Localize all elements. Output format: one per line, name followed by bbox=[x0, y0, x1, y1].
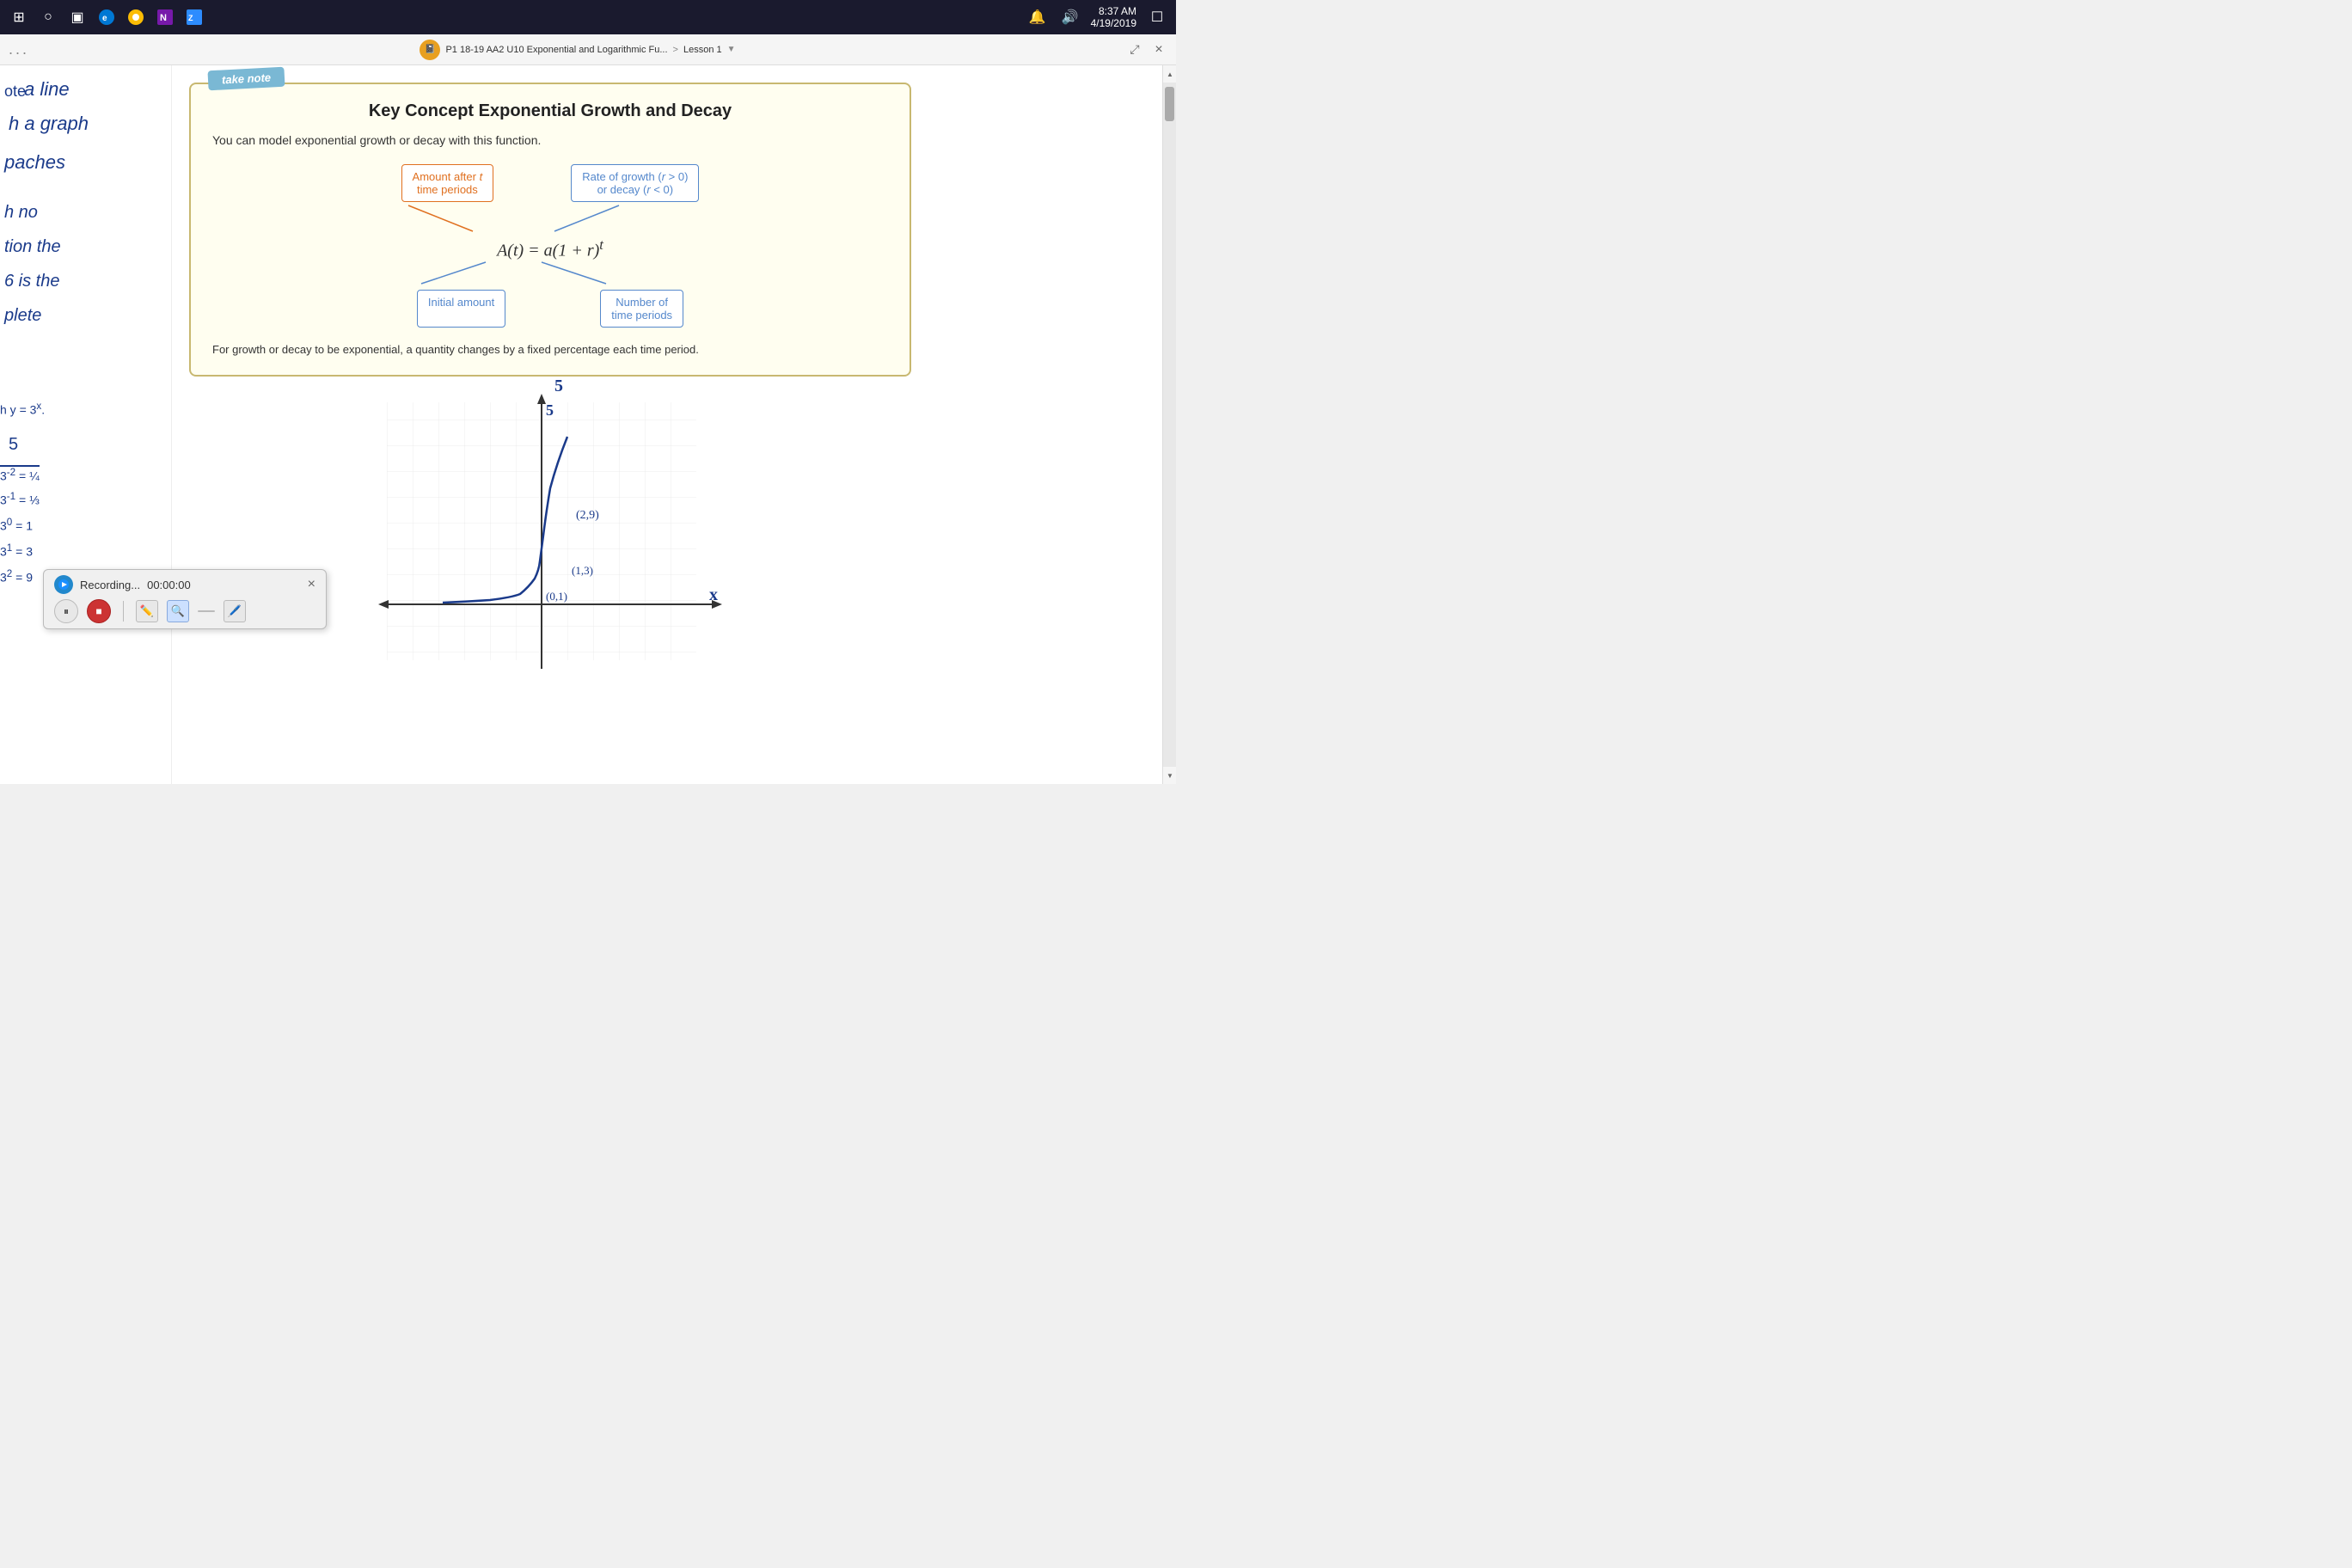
rate-box: Rate of growth (r > 0)or decay (r < 0) bbox=[571, 164, 699, 202]
pen-tool-button[interactable]: ✏️ bbox=[136, 600, 158, 622]
recording-camera-icon bbox=[54, 575, 73, 594]
edge-icon[interactable]: e bbox=[95, 5, 119, 29]
content-area: ote a line h a graph paches h no tion th… bbox=[0, 65, 1176, 784]
taskbar-time: 8:37 AM 4/19/2019 bbox=[1091, 5, 1136, 30]
breadcrumb-separator: > bbox=[673, 45, 678, 55]
handwritten-note-1: ote bbox=[4, 83, 26, 101]
connector-svg-bottom bbox=[335, 262, 765, 288]
breadcrumb-area: 📓 P1 18-19 AA2 U10 Exponential and Logar… bbox=[420, 40, 735, 60]
key-concept-title: Key Concept Exponential Growth and Decay bbox=[212, 101, 888, 121]
calc-line3: 30 = 1 bbox=[0, 517, 33, 533]
handwritten-note-8: plete bbox=[4, 306, 41, 326]
key-concept-description: You can model exponential growth or deca… bbox=[212, 133, 888, 147]
graph-equation: h y = 3x. bbox=[0, 401, 45, 417]
handwritten-note-5: h no bbox=[4, 203, 38, 223]
handwritten-note-7: 6 is the bbox=[4, 272, 59, 291]
recording-toolbar: Recording... 00:00:00 × ⏸ ■ ✏️ 🔍 🖊️ bbox=[43, 569, 327, 629]
svg-text:e: e bbox=[102, 14, 107, 23]
task-view-icon[interactable]: ▣ bbox=[65, 5, 89, 29]
lesson-label[interactable]: Lesson 1 bbox=[683, 45, 722, 55]
taskbar-right: 🔔 🔊 8:37 AM 4/19/2019 ☐ bbox=[1026, 5, 1169, 30]
formula-equation: A(t) = a(1 + r)t bbox=[497, 236, 603, 261]
main-content: take note Key Concept Exponential Growth… bbox=[172, 65, 1162, 784]
recording-status: Recording... bbox=[80, 579, 140, 591]
initial-amount-box: Initial amount bbox=[417, 290, 505, 328]
window-controls: ⤢ × bbox=[1126, 41, 1167, 58]
dropdown-arrow-icon[interactable]: ▼ bbox=[727, 45, 736, 54]
divider bbox=[198, 610, 215, 612]
start-button[interactable]: ⊞ bbox=[7, 5, 31, 29]
calc-line2: 3-1 = ⅓ bbox=[0, 491, 40, 507]
svg-text:(0,1): (0,1) bbox=[546, 590, 567, 603]
notes-panel: ote a line h a graph paches h no tion th… bbox=[0, 65, 172, 784]
window-dots: ... bbox=[9, 40, 29, 58]
time-periods-box: Number oftime periods bbox=[600, 290, 683, 328]
recording-time: 00:00:00 bbox=[147, 579, 191, 591]
svg-text:Z: Z bbox=[188, 14, 193, 22]
onenote-icon[interactable]: N bbox=[153, 5, 177, 29]
calc-line5: 32 = 9 bbox=[0, 568, 33, 585]
svg-text:N: N bbox=[160, 13, 167, 23]
scrollbar-track[interactable] bbox=[1163, 83, 1176, 767]
formula-diagram: Amount after ttime periods Rate of growt… bbox=[212, 164, 888, 328]
svg-text:5: 5 bbox=[546, 401, 554, 419]
main-window: ... 📓 P1 18-19 AA2 U10 Exponential and L… bbox=[0, 34, 1176, 784]
connector-svg-top bbox=[335, 205, 765, 240]
svg-text:x: x bbox=[709, 585, 718, 604]
take-note-banner: take note bbox=[207, 67, 285, 91]
scroll-up-arrow[interactable]: ▲ bbox=[1163, 65, 1176, 83]
zoom-icon[interactable]: Z bbox=[182, 5, 206, 29]
expand-icon[interactable]: ⤢ bbox=[1126, 41, 1143, 58]
volume-icon[interactable]: 🔊 bbox=[1058, 5, 1082, 29]
key-concept-footer: For growth or decay to be exponential, a… bbox=[212, 341, 888, 358]
recording-header: Recording... 00:00:00 × bbox=[54, 575, 315, 594]
spotlight-tool-button[interactable]: 🔍 bbox=[167, 600, 189, 622]
close-button[interactable]: × bbox=[1150, 41, 1167, 58]
calc-line4: 31 = 3 bbox=[0, 542, 33, 559]
pause-button[interactable]: ⏸ bbox=[54, 599, 78, 623]
taskbar: ⊞ ○ ▣ e N Z 🔔 🔊 8:37 AM 4/19/2019 ☐ bbox=[0, 0, 1176, 34]
notebook-icon: 📓 bbox=[420, 40, 440, 60]
notification-center-icon[interactable]: ☐ bbox=[1145, 5, 1169, 29]
graph-svg: (0,1) (1,3) (2,9) 5 x bbox=[361, 394, 731, 703]
recording-controls: ⏸ ■ ✏️ 🔍 🖊️ bbox=[54, 599, 315, 623]
draw-tool-button[interactable]: 🖊️ bbox=[224, 600, 246, 622]
window-topbar: ... 📓 P1 18-19 AA2 U10 Exponential and L… bbox=[0, 34, 1176, 65]
scrollbar-area: ▲ ▼ bbox=[1162, 65, 1176, 784]
calc-line1: 3-2 = ¼ bbox=[0, 465, 40, 483]
svg-text:(1,3): (1,3) bbox=[572, 564, 593, 577]
amount-box: Amount after ttime periods bbox=[401, 164, 494, 202]
key-concept-box: take note Key Concept Exponential Growth… bbox=[189, 83, 911, 377]
graph-y-label-5: 5 bbox=[554, 377, 563, 396]
search-icon[interactable]: ○ bbox=[36, 5, 60, 29]
recording-close-button[interactable]: × bbox=[308, 577, 315, 592]
calc-num5: 5 bbox=[9, 435, 18, 455]
handwritten-note-4: paches bbox=[4, 151, 65, 174]
stop-button[interactable]: ■ bbox=[87, 599, 111, 623]
scrollbar-thumb[interactable] bbox=[1165, 87, 1174, 121]
chrome-icon[interactable] bbox=[124, 5, 148, 29]
handwritten-note-6: tion the bbox=[4, 237, 61, 257]
taskbar-left: ⊞ ○ ▣ e N Z bbox=[7, 5, 206, 29]
breadcrumb-text: P1 18-19 AA2 U10 Exponential and Logarit… bbox=[445, 45, 667, 55]
svg-text:(2,9): (2,9) bbox=[576, 509, 599, 522]
graph-section: 5 bbox=[189, 394, 1145, 703]
handwritten-note-2: a line bbox=[24, 78, 70, 101]
handwritten-note-3: h a graph bbox=[9, 113, 89, 135]
scroll-down-arrow[interactable]: ▼ bbox=[1163, 767, 1176, 784]
notification-icon[interactable]: 🔔 bbox=[1026, 5, 1050, 29]
